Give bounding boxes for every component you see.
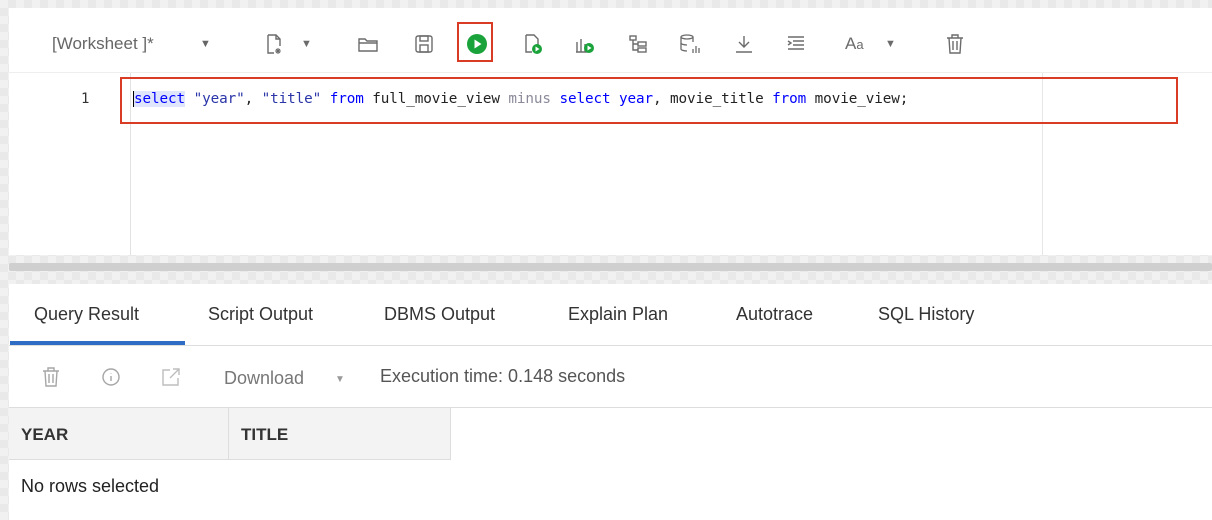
worksheet-selector[interactable]: [Worksheet ]* — [52, 30, 154, 58]
autotrace-icon[interactable] — [625, 30, 651, 58]
save-icon[interactable] — [411, 30, 437, 58]
column-header-year[interactable]: YEAR — [21, 425, 68, 445]
execution-time: Execution time: 0.148 seconds — [380, 366, 626, 386]
tab-explain-plan[interactable]: Explain Plan — [568, 304, 668, 325]
font-size-icon[interactable]: Aa — [845, 30, 864, 58]
tab-query-result[interactable]: Query Result — [34, 304, 139, 325]
chevron-down-icon[interactable]: ▼ — [301, 30, 312, 58]
results-panel: Query Result Script Output DBMS Output E… — [9, 284, 1212, 520]
explain-plan-icon[interactable] — [572, 30, 598, 58]
active-tab-indicator — [10, 341, 185, 345]
open-external-icon[interactable] — [160, 366, 182, 393]
open-folder-icon[interactable] — [355, 30, 381, 58]
panel-splitter[interactable] — [9, 263, 1212, 271]
download-icon[interactable] — [731, 30, 757, 58]
chevron-down-icon[interactable]: ▼ — [200, 30, 211, 58]
chevron-down-icon[interactable]: ▼ — [335, 374, 345, 385]
code-token-plain: , — [244, 91, 262, 107]
line-gutter: 1 — [9, 73, 131, 255]
trash-icon[interactable] — [942, 30, 968, 58]
worksheet-editor-panel: [Worksheet ]* ▼ ▼ A a ▼ 1 select "year",… — [9, 8, 1212, 255]
chevron-down-icon[interactable]: ▼ — [885, 30, 896, 58]
run-script-icon[interactable] — [520, 30, 546, 58]
code-token-kw: select — [559, 91, 611, 107]
worksheet-toolbar: [Worksheet ]* ▼ ▼ A a ▼ — [9, 8, 1212, 72]
trash-icon[interactable] — [40, 366, 62, 393]
results-grid-header: YEAR TITLE — [9, 408, 451, 460]
tab-dbms-output[interactable]: DBMS Output — [384, 304, 495, 325]
tab-autotrace[interactable]: Autotrace — [736, 304, 813, 325]
print-margin — [1042, 73, 1043, 255]
tab-sql-history[interactable]: SQL History — [878, 304, 974, 325]
sql-editor[interactable]: 1 select "year", "title" from full_movie… — [9, 72, 1212, 255]
run-statement-icon[interactable] — [464, 30, 490, 58]
code-token-kw-muted: minus — [508, 91, 551, 107]
results-tabs: Query Result Script Output DBMS Output E… — [9, 284, 1212, 346]
code-token-kw: year — [619, 91, 654, 107]
column-header-title[interactable]: TITLE — [241, 425, 288, 445]
code-token-kw: select — [133, 91, 186, 107]
column-divider[interactable] — [228, 408, 229, 459]
code-token-kw: from — [772, 91, 807, 107]
code-token-str: "title" — [261, 91, 322, 107]
download-menu[interactable]: Download — [224, 368, 304, 389]
code-token-plain: , movie_title — [653, 91, 773, 107]
new-worksheet-icon[interactable] — [261, 30, 287, 58]
line-number: 1 — [81, 91, 90, 107]
code-token-str: "year" — [193, 91, 245, 107]
code-token-plain: full_movie_view — [363, 91, 509, 107]
code-line[interactable]: select "year", "title" from full_movie_v… — [133, 91, 908, 107]
code-token-kw: from — [329, 91, 364, 107]
code-token-plain: movie_view; — [806, 91, 909, 107]
format-code-icon[interactable] — [783, 30, 809, 58]
empty-result-message: No rows selected — [21, 476, 160, 496]
database-stats-icon[interactable] — [677, 30, 703, 58]
info-icon[interactable] — [100, 366, 122, 393]
results-toolbar: Download ▼ Execution time: 0.148 seconds — [9, 346, 1212, 408]
tab-script-output[interactable]: Script Output — [208, 304, 313, 325]
